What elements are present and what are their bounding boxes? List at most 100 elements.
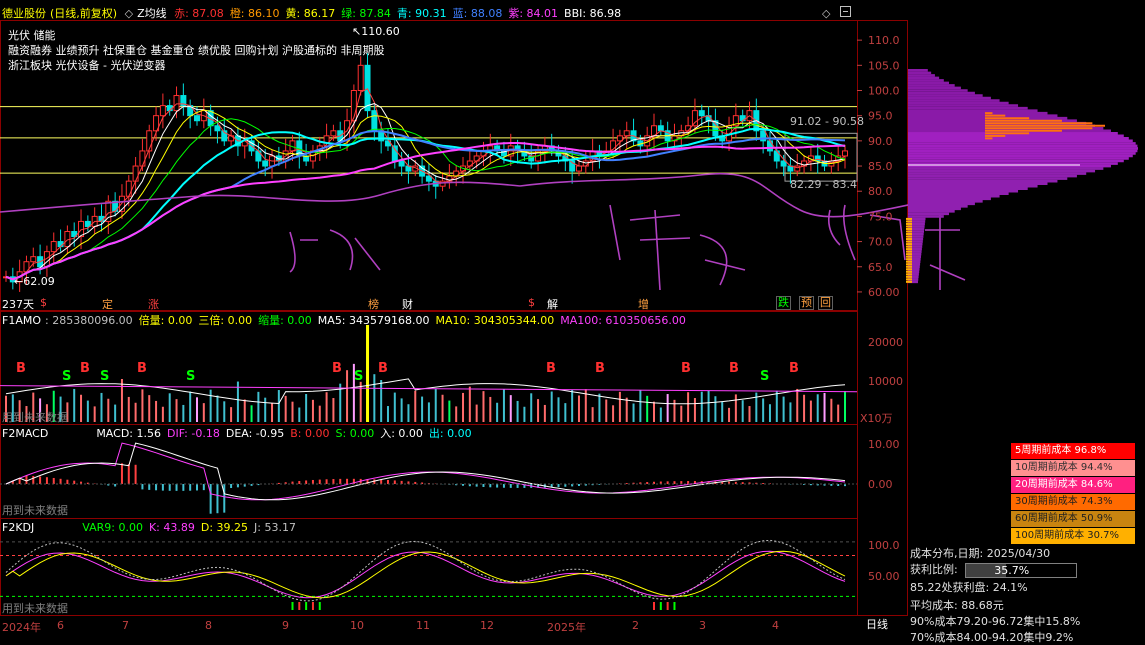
signal-marker-B: B [137, 361, 147, 376]
price-axis-layer: 110.0 105.0 100.0 95.0 90.0 85.0 80.0 75.0 70.0 6… [857, 34, 900, 299]
event-marker-11[interactable]: 回 [818, 296, 833, 310]
candle-body [398, 160, 405, 167]
candle-body [357, 64, 364, 91]
event-marker-7[interactable]: 解 [547, 296, 558, 312]
event-marker-4[interactable]: 榜 [368, 296, 379, 312]
profit-bar: 35.7% [965, 562, 1078, 578]
candle-body [371, 110, 378, 132]
vol-value-3: 缩量: 0.00 [258, 314, 312, 327]
macd-values: MACD: 1.56 DIF: -0.18 DEA: -0.95 B: 0.00 S: … [96, 427, 477, 440]
event-marker-3[interactable]: 涨 [148, 296, 159, 312]
handwriting-stroke-3 [609, 204, 746, 291]
candle-body [159, 105, 166, 117]
candle-body [330, 130, 337, 137]
volume-ma-line [5, 378, 846, 405]
event-marker-row: 237天 $ 定 涨 榜 财 $ 解 增 跌预回 [2, 296, 852, 312]
vol-header: F1AMO : 285380096.00 倍量: 0.00 三倍: 0.00 缩量: 0… [2, 313, 696, 329]
candle-body [780, 160, 787, 167]
event-marker-8[interactable]: 增 [638, 296, 649, 312]
candle-body [139, 150, 146, 167]
price-tick-label: 70.0 [868, 236, 893, 249]
vol-value-5: MA10: 304305344.00 [435, 314, 555, 327]
vol-panel-name[interactable]: F1AMO [2, 314, 41, 327]
kdj-value-0: VAR9: 0.00 [82, 521, 143, 534]
average-cost: 平均成本: 88.68元 [910, 599, 1004, 612]
price-tick-label: 60.00 [868, 286, 900, 299]
signal-marker-B: B [80, 361, 90, 376]
candle-body [623, 130, 630, 137]
kdj-value-2: D: 39.25 [200, 521, 249, 534]
vol-ytick-10000: 10000 [868, 375, 903, 388]
vol-value-6: MA100: 610350656.00 [560, 314, 686, 327]
macd-panel-name[interactable]: F2MACD [2, 427, 48, 440]
event-marker-5[interactable]: 财 [402, 296, 413, 312]
signal-marker-S: S [62, 369, 71, 384]
k-line [5, 550, 846, 599]
event-marker-0[interactable]: 237天 [2, 296, 34, 312]
time-label-11: 4 [772, 619, 779, 632]
redacted-block [38, 522, 79, 531]
time-label-9: 2 [632, 619, 639, 632]
candle-body [193, 115, 200, 122]
candle-body [766, 140, 773, 152]
dea-line [5, 442, 846, 501]
handwriting-stroke-2 [289, 229, 381, 273]
macd-ytick-10: 10.00 [868, 438, 900, 451]
time-label-8: 2025年 [547, 621, 586, 634]
cost-legend-item-4: 60周期前成本 50.9% [1011, 511, 1135, 527]
price-tick-label: 65.0 [868, 261, 893, 274]
event-marker-10[interactable]: 预 [799, 296, 814, 310]
candle-body [262, 160, 269, 167]
time-label-3: 8 [205, 619, 212, 632]
kdj-ytick-50: 50.00 [868, 570, 900, 583]
dif-line [5, 442, 846, 501]
vol-future-data-note: 用到未来数据 [2, 411, 68, 424]
signal-marker-B: B [16, 361, 26, 376]
time-label-7: 12 [480, 619, 494, 632]
j-line [5, 539, 846, 602]
vol-values: : 285380096.00 倍量: 0.00 三倍: 0.00 缩量: 0.00 MA… [45, 314, 692, 327]
candle-body [698, 110, 705, 117]
signal-marker-S: S [186, 369, 195, 384]
profit-label: 获利比例: [910, 563, 958, 576]
candle-body [214, 125, 221, 132]
event-marker-9[interactable]: 跌 [776, 296, 791, 310]
signal-marker-B: B [378, 361, 388, 376]
candle-body [364, 64, 371, 112]
cost-legend-item-1: 10周期前成本 94.4% [1011, 460, 1135, 476]
profit-at-price: 85.22处获利盘: 24.1% [910, 581, 1028, 594]
macd-layer [0, 442, 857, 514]
volume-bars-layer: BSBSBSBSB B B B BSB [0, 325, 858, 422]
candle-body [391, 145, 398, 162]
signal-marker-S: S [354, 369, 363, 384]
cost-legend-item-5: 100周期前成本 30.7% [1011, 528, 1135, 544]
macd-value-4: S: 0.00 [335, 427, 375, 440]
candle-body [173, 95, 180, 112]
candle-body [691, 110, 698, 127]
cost-legend-item-0: 5周期前成本 96.8% [1011, 443, 1135, 459]
ma-line-55 [5, 142, 846, 281]
period-button[interactable]: 日线 [866, 617, 894, 633]
vol-unit-label: X10万 [860, 412, 893, 425]
event-marker-2[interactable]: 定 [102, 296, 113, 312]
candle-body [57, 241, 64, 248]
time-label-5: 10 [350, 619, 364, 632]
profit-value: 35.7% [994, 563, 1030, 577]
signal-marker-B: B [789, 361, 799, 376]
signal-marker-B: B [332, 361, 342, 376]
signal-marker-B: B [546, 361, 556, 376]
time-label-1: 6 [57, 619, 64, 632]
range-lower-label: 82.29 - 83.4 [790, 178, 857, 191]
event-marker-6[interactable]: $ [528, 296, 535, 309]
candle-body [125, 180, 132, 197]
time-axis: 2024年 6 7 8 9 10 11 12 2025年 2 3 4 [0, 617, 857, 637]
kdj-layer [0, 539, 857, 610]
event-marker-1[interactable]: $ [40, 296, 47, 309]
time-label-4: 9 [282, 619, 289, 632]
time-label-10: 3 [699, 619, 706, 632]
candle-body [582, 160, 589, 167]
kdj-panel-name[interactable]: F2KDJ [2, 521, 34, 534]
macd-header: F2MACD MACD: 1.56 DIF: -0.18 DEA: -0.95 B: 0… [2, 426, 482, 442]
macd-future-data-note: 用到未来数据 [2, 504, 68, 517]
macd-value-3: B: 0.00 [290, 427, 330, 440]
